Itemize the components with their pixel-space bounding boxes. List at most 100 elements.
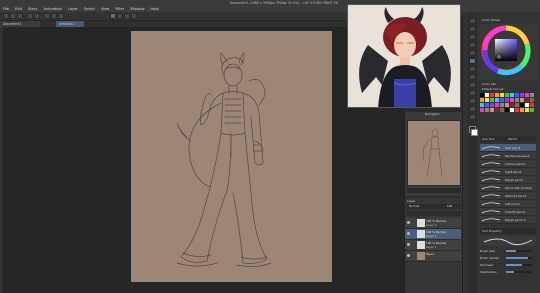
brush-item[interactable]: Colored pencil	[480, 160, 536, 168]
sub-tool-group[interactable]: Pencil	[508, 137, 517, 141]
color-swatch[interactable]	[520, 103, 524, 107]
grid-icon[interactable]	[124, 13, 130, 19]
perspective-icon[interactable]	[131, 13, 137, 19]
color-swatch[interactable]	[520, 98, 524, 102]
color-swatch[interactable]	[530, 93, 534, 97]
color-swatch[interactable]	[510, 103, 514, 107]
undo-icon[interactable]	[27, 13, 33, 19]
zoom-tool-icon[interactable]	[469, 18, 476, 24]
fill-tool-icon[interactable]	[469, 90, 476, 96]
color-swatch[interactable]	[520, 108, 524, 112]
stabilization-slider[interactable]	[506, 271, 532, 273]
color-swatch[interactable]	[505, 108, 509, 112]
zoom-slider[interactable]	[407, 188, 461, 193]
visibility-icon[interactable]	[407, 232, 410, 235]
color-swatch[interactable]	[515, 103, 519, 107]
color-swatch[interactable]	[490, 103, 494, 107]
color-set-name[interactable]: Default color set	[482, 88, 503, 91]
color-swatch[interactable]	[495, 103, 499, 107]
selection-tool-icon[interactable]	[469, 34, 476, 40]
save-icon[interactable]	[17, 13, 23, 19]
text-tool-icon[interactable]	[469, 114, 476, 120]
color-swatch[interactable]	[515, 108, 519, 112]
brush-item[interactable]: Real pencil	[480, 144, 536, 152]
color-swatch[interactable]	[490, 98, 494, 102]
color-swatch[interactable]	[525, 108, 529, 112]
color-swatch[interactable]	[500, 98, 504, 102]
brush-item[interactable]: Rough pencil	[480, 176, 536, 184]
color-wheel[interactable]	[478, 24, 538, 80]
redo-icon[interactable]	[34, 13, 40, 19]
blend-mode-select[interactable]: Normal 100	[407, 204, 461, 209]
color-swatch[interactable]	[495, 98, 499, 102]
color-swatch[interactable]	[480, 93, 484, 97]
brush-item[interactable]: Light pencil	[480, 168, 536, 176]
eyedropper-tool-icon[interactable]	[469, 50, 476, 56]
layer-row[interactable]: 100 % Normal Layer 1	[405, 240, 461, 251]
move-tool-icon[interactable]	[469, 26, 476, 32]
color-swatch[interactable]	[530, 98, 534, 102]
color-swatch[interactable]	[480, 108, 484, 112]
color-swatch[interactable]	[510, 98, 514, 102]
color-swatch[interactable]	[495, 108, 499, 112]
brush-item[interactable]: Textured pencil	[480, 192, 536, 200]
hardness-row[interactable]: Hardness	[480, 262, 536, 268]
color-swatch[interactable]	[485, 98, 489, 102]
open-icon[interactable]	[10, 13, 16, 19]
color-swatch[interactable]	[485, 108, 489, 112]
color-swatch[interactable]	[510, 108, 514, 112]
color-swatch[interactable]	[480, 98, 484, 102]
color-swatch[interactable]	[485, 103, 489, 107]
color-swatch[interactable]	[490, 93, 494, 97]
brush-density-slider[interactable]	[506, 257, 532, 259]
clear-icon[interactable]	[44, 13, 50, 19]
brush-item[interactable]: Soft pencil	[480, 200, 536, 208]
brush-size-row[interactable]: Brush Size	[480, 248, 536, 254]
color-swatch[interactable]	[500, 103, 504, 107]
color-swatch[interactable]	[525, 98, 529, 102]
brush-item[interactable]: Pencil with shading	[480, 184, 536, 192]
brush-density-row[interactable]: Brush density	[480, 255, 536, 261]
pencil-tool-icon[interactable]	[469, 58, 476, 64]
layer-row[interactable]: 100 % Normal Layer 3	[405, 218, 461, 229]
brush-item[interactable]: Mechanical pencil	[480, 152, 536, 160]
color-swatch[interactable]	[485, 93, 489, 97]
brush-item[interactable]: Smooth pencil	[480, 208, 536, 216]
color-swatch[interactable]	[525, 103, 529, 107]
color-swatch[interactable]	[505, 98, 509, 102]
sub-view-window[interactable]	[347, 4, 461, 108]
brush-tool-icon[interactable]	[469, 66, 476, 72]
visibility-icon[interactable]	[407, 243, 410, 246]
color-swatch[interactable]	[500, 108, 504, 112]
color-swatch[interactable]	[490, 108, 494, 112]
hardness-slider[interactable]	[506, 264, 532, 266]
brush-size-slider[interactable]	[506, 250, 532, 252]
lasso-tool-icon[interactable]	[469, 42, 476, 48]
eraser-tool-icon[interactable]	[469, 74, 476, 80]
gradient-tool-icon[interactable]	[469, 98, 476, 104]
color-swatch[interactable]	[515, 93, 519, 97]
ruler-icon[interactable]	[117, 13, 123, 19]
layer-row-selected[interactable]: 100 % Normal Layer 2	[405, 229, 461, 240]
sub-color-swatch[interactable]	[471, 129, 478, 136]
stabilization-row[interactable]: Stabilization	[480, 269, 536, 275]
color-swatch[interactable]	[500, 93, 504, 97]
transform-icon[interactable]	[51, 13, 57, 19]
navigator-preview[interactable]	[407, 120, 461, 186]
color-swatch[interactable]	[505, 93, 509, 97]
layer-toolbar[interactable]	[407, 211, 461, 216]
figure-tool-icon[interactable]	[469, 106, 476, 112]
drawing-canvas[interactable]	[131, 31, 332, 282]
color-swatch[interactable]	[510, 93, 514, 97]
color-swatch[interactable]	[515, 98, 519, 102]
deselect-icon[interactable]	[58, 13, 64, 19]
brush-item[interactable]: Rough pencil 2	[480, 216, 536, 224]
color-swatch[interactable]	[505, 103, 509, 107]
snap-icon[interactable]	[110, 13, 116, 19]
visibility-icon[interactable]	[407, 221, 410, 224]
new-icon[interactable]	[3, 13, 9, 19]
visibility-icon[interactable]	[407, 254, 410, 257]
color-swatch[interactable]	[530, 103, 534, 107]
color-set-swatches[interactable]	[480, 93, 536, 115]
layer-row-paper[interactable]: Paper	[405, 251, 461, 262]
